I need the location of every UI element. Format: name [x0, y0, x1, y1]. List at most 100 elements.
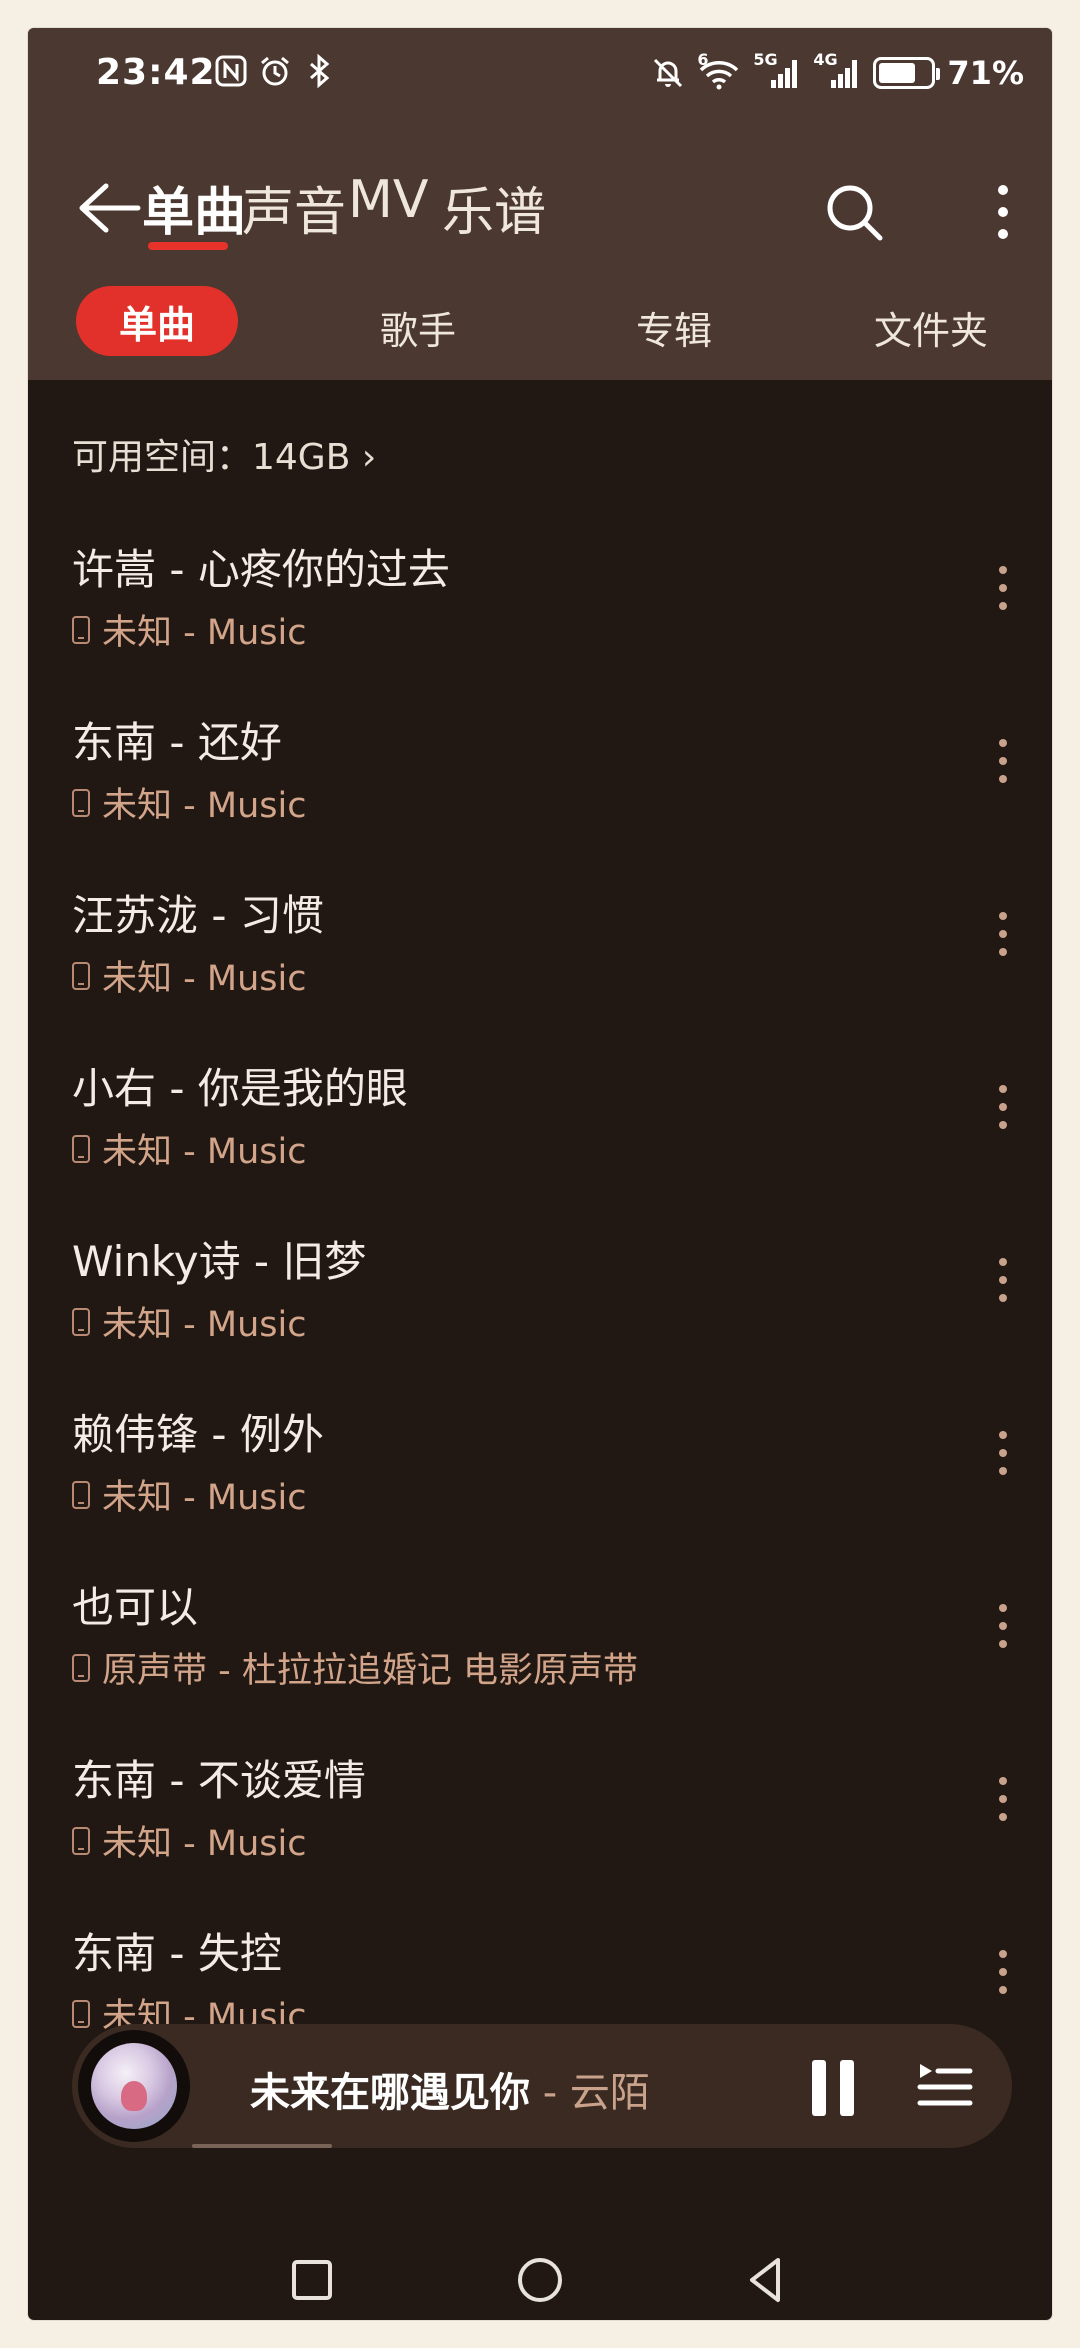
song-title: 汪苏泷 - 习惯	[72, 891, 324, 940]
pause-icon[interactable]	[808, 2060, 858, 2116]
song-row[interactable]: 汪苏泷 - 习惯未知 - Music	[28, 854, 1052, 1027]
tab-single[interactable]: 单曲	[142, 170, 246, 245]
song-title: 赖伟锋 - 例外	[72, 1410, 324, 1459]
battery-icon	[873, 57, 941, 89]
song-title: 也可以	[72, 1583, 199, 1632]
song-title: 小右 - 你是我的眼	[72, 1064, 408, 1113]
storage-info[interactable]: 可用空间：14GB ›	[72, 428, 376, 480]
chevron-right-icon: ›	[361, 437, 377, 478]
song-title: 东南 - 失控	[72, 1929, 282, 1978]
song-source: 未知 - Music	[102, 1132, 307, 1172]
subtab-folder[interactable]: 文件夹	[874, 300, 988, 355]
recents-icon[interactable]	[284, 2252, 340, 2308]
nfc-icon	[215, 55, 247, 87]
subtab-artist[interactable]: 歌手	[380, 300, 456, 355]
more-vertical-icon[interactable]	[988, 731, 1018, 791]
song-source: 未知 - Music	[102, 1478, 307, 1518]
song-row[interactable]: 赖伟锋 - 例外未知 - Music	[28, 1373, 1052, 1546]
app-screen: 23:42 6 5G 4G 71% 单曲 声音 MV 乐谱 单曲 歌手 专辑 文…	[28, 28, 1052, 2320]
phone-icon	[72, 615, 90, 644]
pause-bar-left	[812, 2060, 826, 2116]
back-arrow-icon[interactable]	[72, 178, 144, 238]
player-artist: - 云陌	[530, 2070, 650, 2116]
player-song-title: 未来在哪遇见你	[250, 2070, 530, 2116]
subtab-single[interactable]: 单曲	[76, 286, 238, 356]
alarm-icon	[261, 56, 289, 86]
wifi-icon	[700, 61, 739, 90]
phone-icon	[72, 1134, 90, 1163]
tab-audio[interactable]: 声音	[242, 170, 346, 245]
status-bar: 23:42 6 5G 4G 71%	[28, 28, 1052, 128]
song-title: 东南 - 还好	[72, 718, 282, 767]
more-vertical-icon[interactable]	[988, 1942, 1018, 2002]
storage-label: 可用空间：14GB	[72, 437, 351, 478]
status-time: 23:42	[96, 52, 216, 93]
song-source: 未知 - Music	[102, 1824, 307, 1864]
status-left-icons	[214, 54, 336, 88]
battery-fill	[879, 63, 915, 83]
tab-score[interactable]: 乐谱	[442, 170, 546, 245]
song-list: 许嵩 - 心疼你的过去 未知 - Music 东南 - 还好 未知 - Music 汪苏…	[28, 508, 1052, 2065]
song-row[interactable]: Winky诗 - 旧梦未知 - Music	[28, 1200, 1052, 1373]
subtab-album[interactable]: 专辑	[636, 300, 712, 355]
song-subtitle: 未知 - Music	[72, 1469, 306, 1520]
more-vertical-icon[interactable]	[988, 1769, 1018, 1829]
playlist-icon[interactable]	[916, 2058, 974, 2116]
bluetooth-icon	[310, 54, 330, 88]
tab-mv[interactable]: MV	[348, 170, 428, 230]
more-vertical-icon[interactable]	[988, 1250, 1018, 1310]
phone-icon	[72, 961, 90, 990]
song-source: 未知 - Music	[102, 1305, 307, 1345]
song-subtitle: 未知 - Music	[72, 1296, 306, 1347]
sub-tabs: 单曲 歌手 专辑 文件夹	[28, 286, 1052, 366]
signal-5g-indicator: 5G	[753, 50, 801, 90]
top-nav: 单曲 声音 MV 乐谱	[28, 158, 1052, 258]
more-vertical-icon[interactable]	[988, 1077, 1018, 1137]
song-row[interactable]: 东南 - 还好未知 - Music	[28, 681, 1052, 854]
mini-player[interactable]: 未来在哪遇见你 - 云陌	[72, 2024, 1012, 2148]
song-subtitle: 未知 - Music	[72, 950, 306, 1001]
home-icon[interactable]	[512, 2252, 568, 2308]
system-nav-bar	[28, 2248, 1052, 2320]
album-art[interactable]	[78, 2030, 190, 2142]
more-vertical-icon[interactable]	[988, 1596, 1018, 1656]
song-title: 许嵩 - 心疼你的过去	[72, 545, 450, 594]
tab-single-underline	[148, 242, 228, 250]
song-title: Winky诗 - 旧梦	[72, 1237, 367, 1286]
song-row[interactable]: 也可以原声带 - 杜拉拉追婚记 电影原声带	[28, 1546, 1052, 1719]
wifi-indicator: 6	[697, 50, 741, 90]
search-icon[interactable]	[822, 180, 886, 244]
phone-icon	[72, 1480, 90, 1509]
song-source: 未知 - Music	[102, 959, 307, 999]
player-track-info[interactable]: 未来在哪遇见你 - 云陌	[250, 2060, 650, 2118]
song-subtitle: 未知 - Music	[72, 1815, 306, 1866]
song-source: 未知 - Music	[102, 786, 307, 826]
song-row[interactable]: 东南 - 不谈爱情未知 - Music	[28, 1719, 1052, 1892]
album-cover-image	[91, 2043, 177, 2129]
player-progress-bar	[192, 2144, 332, 2148]
back-icon[interactable]	[738, 2252, 794, 2308]
signal-5g-icon	[771, 60, 798, 88]
phone-icon	[72, 1653, 90, 1682]
pause-bar-right	[840, 2060, 854, 2116]
header: 23:42 6 5G 4G 71% 单曲 声音 MV 乐谱 单曲 歌手 专辑 文…	[28, 28, 1052, 380]
more-vertical-icon[interactable]	[988, 180, 1018, 244]
phone-icon	[72, 1999, 90, 2028]
more-vertical-icon[interactable]	[988, 904, 1018, 964]
phone-icon	[72, 788, 90, 817]
more-vertical-icon[interactable]	[988, 558, 1018, 618]
status-right-icons: 6 5G 4G 71%	[651, 50, 1024, 92]
song-subtitle: 未知 - Music	[72, 777, 306, 828]
more-vertical-icon[interactable]	[988, 1423, 1018, 1483]
song-title: 东南 - 不谈爱情	[72, 1756, 366, 1805]
song-row[interactable]: 许嵩 - 心疼你的过去未知 - Music	[28, 508, 1052, 681]
phone-icon	[72, 1307, 90, 1336]
song-row[interactable]: 小右 - 你是我的眼未知 - Music	[28, 1027, 1052, 1200]
song-subtitle: 原声带 - 杜拉拉追婚记 电影原声带	[72, 1642, 638, 1693]
phone-icon	[72, 1826, 90, 1855]
song-source: 未知 - Music	[102, 613, 307, 653]
mute-icon	[654, 58, 683, 88]
signal-4g-indicator: 4G	[813, 50, 861, 90]
song-subtitle: 未知 - Music	[72, 604, 306, 655]
signal-4g-icon	[831, 60, 858, 88]
